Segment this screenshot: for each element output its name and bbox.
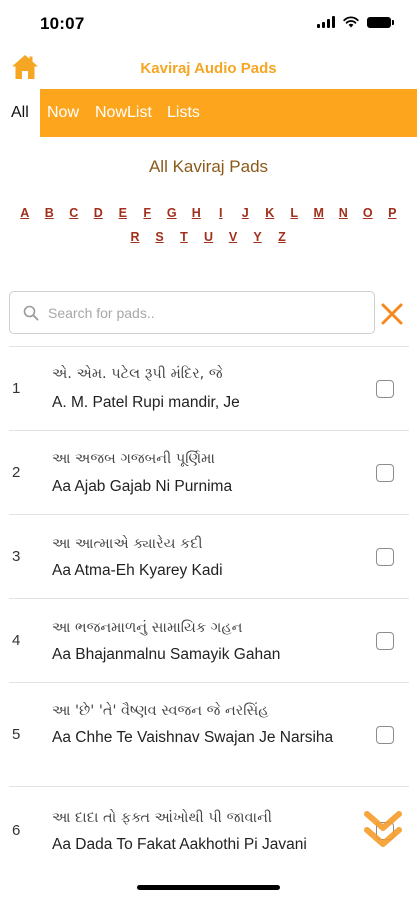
section-title: All Kaviraj Pads — [148, 157, 269, 176]
alphabet-link-b[interactable]: B — [37, 206, 62, 220]
pad-english-title: Aa Ajab Gajab Ni Purnima — [52, 478, 233, 495]
alphabet-link-j[interactable]: J — [233, 206, 258, 220]
pad-number: 5 — [12, 726, 21, 743]
pad-gujarati-title: આ દાદા તો ફક્ત આંખોથી પી જાવાની — [52, 810, 273, 826]
tab-all[interactable]: All — [11, 104, 29, 122]
alphabet-link-k[interactable]: K — [258, 206, 283, 220]
alphabet-link-p[interactable]: P — [380, 206, 405, 220]
chevrons-down-icon[interactable] — [362, 808, 404, 852]
alphabet-link-m[interactable]: M — [307, 206, 332, 220]
alphabet-link-t[interactable]: T — [172, 230, 197, 244]
pad-gujarati-title: એ. એમ. પટેલ રૂપી મંદિર, જે — [52, 366, 223, 382]
alphabet-link-e[interactable]: E — [111, 206, 136, 220]
clear-search-icon[interactable] — [380, 302, 404, 326]
pad-row[interactable]: 1 એ. એમ. પટેલ રૂપી મંદિર, જે A. M. Patel… — [0, 346, 417, 430]
pad-number: 3 — [12, 548, 21, 565]
alphabet-link-c[interactable]: C — [62, 206, 87, 220]
pad-number: 1 — [12, 380, 21, 397]
alphabet-link-h[interactable]: H — [184, 206, 209, 220]
status-icons — [317, 16, 394, 28]
tab-lists[interactable]: Lists — [167, 104, 200, 122]
pad-english-title: Aa Atma-Eh Kyarey Kadi — [52, 562, 223, 579]
app-title: Kaviraj Audio Pads — [140, 60, 277, 77]
pad-row[interactable]: 6 આ દાદા તો ફક્ત આંખોથી પી જાવાની Aa Dad… — [0, 786, 417, 870]
tab-bar: All Now NowList Lists — [0, 89, 417, 137]
alphabet-link-a[interactable]: A — [13, 206, 38, 220]
pad-checkbox[interactable] — [376, 548, 394, 566]
wifi-icon — [343, 16, 359, 28]
pad-number: 4 — [12, 632, 21, 649]
status-bar: 10:07 — [0, 0, 417, 46]
alphabet-link-g[interactable]: G — [160, 206, 185, 220]
alphabet-link-d[interactable]: D — [86, 206, 111, 220]
alphabet-link-l[interactable]: L — [282, 206, 307, 220]
home-indicator — [137, 885, 280, 890]
pad-number: 2 — [12, 464, 21, 481]
search-input[interactable] — [48, 300, 368, 326]
alphabet-link-n[interactable]: N — [331, 206, 356, 220]
alphabet-link-o[interactable]: O — [356, 206, 381, 220]
pad-gujarati-title: આ ભજનમાળનું સામાયિક ગહન — [52, 620, 243, 636]
tab-nowlist[interactable]: NowList — [95, 104, 152, 122]
pad-english-title: Aa Dada To Fakat Aakhothi Pi Javani — [52, 836, 307, 853]
pad-checkbox[interactable] — [376, 726, 394, 744]
alphabet-link-r[interactable]: R — [123, 230, 148, 244]
pad-english-title: A. M. Patel Rupi mandir, Je — [52, 394, 240, 411]
pad-number: 6 — [12, 822, 21, 839]
alphabet-link-y[interactable]: Y — [245, 230, 270, 244]
alphabet-link-i[interactable]: I — [209, 206, 234, 220]
pad-row[interactable]: 5 આ 'છે' 'તે' વૈષ્ણવ સ્વજન જે નરસિંહ Aa … — [0, 682, 417, 786]
search-box — [9, 291, 375, 334]
alphabet-link-z[interactable]: Z — [270, 230, 295, 244]
alphabet-link-f[interactable]: F — [135, 206, 160, 220]
pad-checkbox[interactable] — [376, 632, 394, 650]
alphabet-index-row-2: RSTUVYZ — [0, 230, 417, 244]
alphabet-link-s[interactable]: S — [147, 230, 172, 244]
tab-now[interactable]: Now — [47, 104, 79, 122]
pad-english-title: Aa Chhe Te Vaishnav Swajan Je Narsiha — [52, 729, 334, 746]
status-time: 10:07 — [40, 14, 85, 33]
alphabet-index-row-1: ABCDEFGHIJKLMNOP — [0, 206, 417, 220]
pad-gujarati-title: આ 'છે' 'તે' વૈષ્ણવ સ્વજન જે નરસિંહ — [52, 703, 269, 719]
app-header: Kaviraj Audio Pads — [0, 50, 417, 88]
alphabet-link-v[interactable]: V — [221, 230, 246, 244]
signal-icon — [317, 16, 335, 28]
alphabet-link-u[interactable]: U — [196, 230, 221, 244]
pad-checkbox[interactable] — [376, 464, 394, 482]
pad-english-title: Aa Bhajanmalnu Samayik Gahan — [52, 646, 281, 663]
pad-row[interactable]: 3 આ આત્માએ ક્યારેય કદી Aa Atma-Eh Kyarey… — [0, 514, 417, 598]
pad-checkbox[interactable] — [376, 380, 394, 398]
pad-row[interactable]: 4 આ ભજનમાળનું સામાયિક ગહન Aa Bhajanmalnu… — [0, 598, 417, 682]
search-icon — [23, 305, 39, 321]
pad-gujarati-title: આ આત્માએ ક્યારેય કદી — [52, 536, 203, 552]
battery-icon — [367, 16, 394, 28]
pad-gujarati-title: આ અજબ ગજબની પૂર્ણિમા — [52, 451, 215, 467]
pad-row[interactable]: 2 આ અજબ ગજબની પૂર્ણિમા Aa Ajab Gajab Ni … — [0, 430, 417, 514]
